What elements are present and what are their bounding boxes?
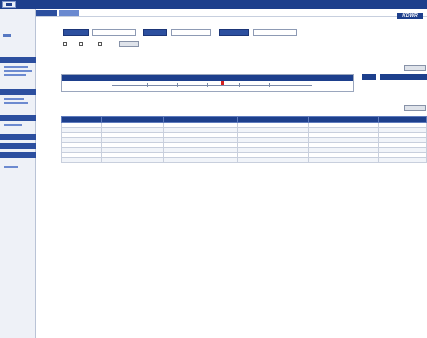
table-cell (378, 157, 427, 163)
sidebar (0, 9, 36, 338)
window-titlebar (0, 0, 427, 9)
sidebar-subitem[interactable] (4, 124, 22, 126)
timeline-col-header-2 (380, 74, 427, 80)
sidebar-section-5[interactable] (0, 143, 36, 149)
timeline-tick (147, 83, 148, 87)
filter-field-1[interactable] (92, 29, 136, 36)
filter-field-3[interactable] (253, 29, 297, 36)
sidebar-section-4[interactable] (0, 134, 36, 140)
table-row[interactable] (61, 157, 427, 163)
sidebar-subitem[interactable] (4, 98, 24, 100)
brand-logo: KDWR (397, 13, 423, 19)
timeline-more-button[interactable] (404, 65, 426, 71)
sidebar-section-2[interactable] (0, 89, 36, 95)
table-cell (308, 157, 380, 163)
app-logo-icon (2, 1, 16, 8)
timeline-tick (239, 83, 240, 87)
sidebar-section-1[interactable] (0, 57, 36, 63)
sidebar-subitem[interactable] (4, 102, 28, 104)
sidebar-subitem[interactable] (4, 74, 26, 76)
checkbox-3[interactable] (98, 42, 102, 46)
top-navbar (19, 9, 427, 17)
timeline-tick (207, 83, 208, 87)
sidebar-section-3[interactable] (0, 115, 36, 121)
table-cell (236, 157, 310, 163)
sidebar-subitem[interactable] (4, 70, 32, 72)
filter-field-2[interactable] (171, 29, 211, 36)
timeline-header (62, 75, 353, 81)
sidebar-section-6[interactable] (0, 152, 36, 158)
timeline-tick (269, 83, 270, 87)
timeline-position-marker (221, 81, 224, 85)
timeline-col-header-1 (362, 74, 376, 80)
filter-label-3 (219, 29, 249, 36)
checkbox-1[interactable] (63, 42, 67, 46)
checkbox-2[interactable] (79, 42, 83, 46)
tab-2[interactable] (59, 10, 79, 16)
filter-label-2 (143, 29, 167, 36)
table-cell (162, 157, 238, 163)
table-cell (100, 157, 164, 163)
sidebar-link-home[interactable] (3, 34, 11, 37)
maintenance-table (61, 116, 427, 163)
maintenance-more-button[interactable] (404, 105, 426, 111)
table-cell (61, 157, 102, 163)
timeline-scale (61, 74, 354, 92)
filter-label-1 (63, 29, 89, 36)
sidebar-subitem[interactable] (4, 66, 28, 68)
timeline-track (112, 85, 312, 86)
refresh-button[interactable] (119, 41, 139, 47)
sidebar-subitem[interactable] (4, 166, 18, 168)
timeline-tick (177, 83, 178, 87)
